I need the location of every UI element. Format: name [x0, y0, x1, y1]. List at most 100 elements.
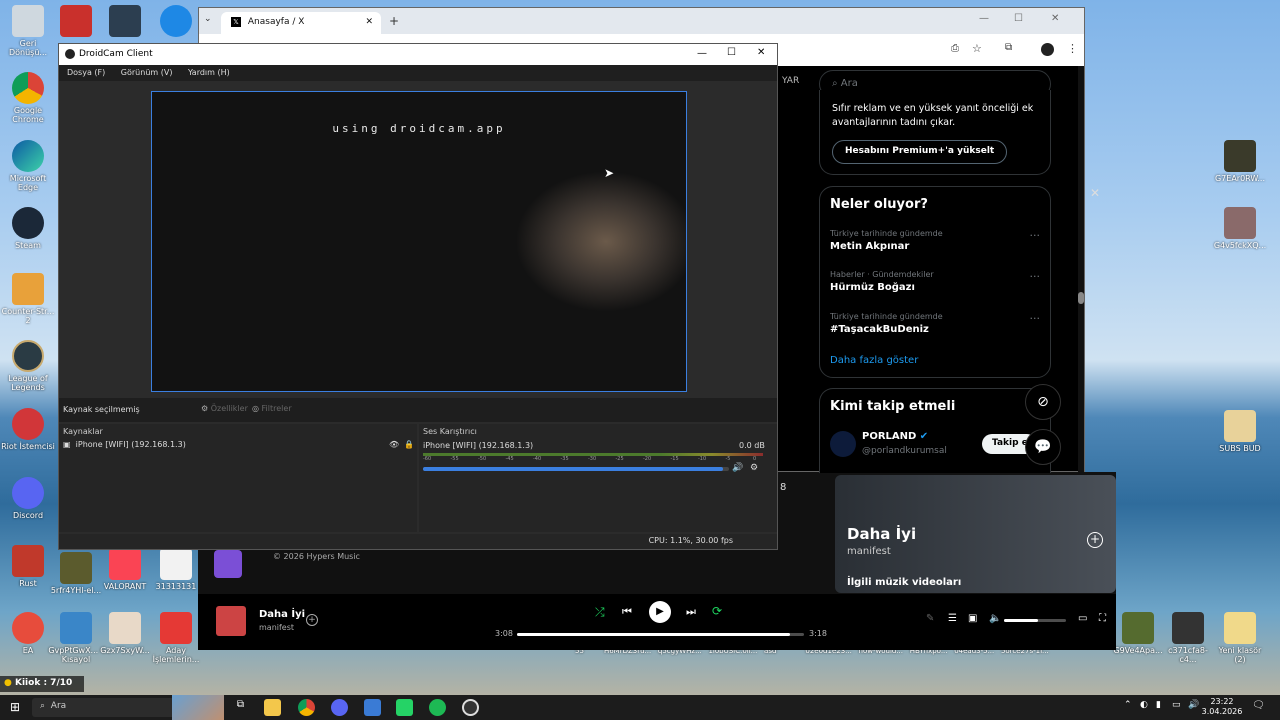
desktop-icon-discord[interactable]: Discord [0, 477, 56, 520]
track-title[interactable]: Daha İyi [259, 609, 305, 620]
desktop-icon-chrome[interactable]: Google Chrome [0, 72, 56, 124]
search-highlight-image[interactable] [172, 695, 224, 720]
desktop-icon-bottom-4[interactable]: Gzx7SxyW... [97, 612, 153, 655]
desktop-icon-bottom-0[interactable]: 5rfr4YHl-el... [48, 552, 104, 595]
desktop-icon-valorant[interactable]: VALORANT [97, 548, 153, 591]
new-tab-button[interactable]: + [389, 14, 399, 28]
repeat-icon[interactable]: ⟳ [712, 604, 722, 618]
chrome-taskbar-icon[interactable] [298, 699, 315, 716]
music-close-button[interactable]: ✕ [1090, 186, 1106, 202]
shuffle-icon[interactable]: ⤮ [595, 605, 605, 620]
properties-button[interactable]: ⚙ Özellikler [201, 404, 248, 413]
tab-close-icon[interactable]: ✕ [365, 17, 373, 27]
spotify-taskbar-icon[interactable] [429, 699, 446, 716]
file-explorer-icon[interactable] [264, 699, 281, 716]
trend-item[interactable]: Türkiye tarihinde gündemde Metin Akpınar… [830, 229, 1040, 252]
queue-icon[interactable]: ☰ [948, 613, 957, 624]
app-taskbar-icon[interactable] [364, 699, 381, 716]
show-more-link[interactable]: Daha fazla göster [830, 355, 918, 366]
add-to-library-icon[interactable]: + [306, 614, 318, 626]
premium-upgrade-button[interactable]: Hesabını Premium+'a yükselt [832, 140, 1008, 164]
network-icon[interactable]: ▭ [1172, 700, 1181, 710]
source-row[interactable]: ▣ iPhone [WIFI] (192.168.1.3) 👁 🔒 [63, 440, 414, 454]
start-button[interactable]: ⊞ [10, 700, 20, 714]
visibility-eye-icon[interactable]: 👁 [389, 440, 399, 449]
desktop-icon-top-3[interactable] [148, 5, 204, 39]
menu-dots-icon[interactable]: ⋮ [1067, 42, 1078, 55]
mixer-settings-icon[interactable]: ⚙ [750, 463, 758, 473]
messages-button[interactable]: 💬 [1025, 429, 1061, 465]
desktop-icon-right-1[interactable]: G4v5fckXQ... [1212, 207, 1268, 250]
tray-icon-1[interactable]: ◐ [1140, 700, 1148, 710]
fullscreen-icon[interactable]: ⛶ [1099, 613, 1106, 624]
desktop-icon-cs2[interactable]: Counter-Str... 2 [0, 273, 56, 325]
album-art-thumb[interactable] [214, 550, 242, 578]
desktop-icon-steam[interactable]: Steam [0, 207, 56, 250]
desktop-icon-right-5[interactable]: Yeni klasör (2) [1212, 612, 1268, 664]
desktop-icon-pdf[interactable]: Aday İşlemlerin... [148, 612, 204, 664]
previous-icon[interactable]: ⏮ [622, 605, 632, 619]
extensions-icon[interactable]: ⧉ [1005, 42, 1012, 53]
follow-avatar[interactable] [830, 431, 856, 457]
next-icon[interactable]: ⏭ [686, 605, 696, 619]
track-artist[interactable]: manifest [259, 623, 294, 632]
desktop-icon-top-1[interactable] [48, 5, 104, 39]
volume-tray-icon[interactable]: 🔊 [1188, 700, 1199, 710]
play-button[interactable]: ▶ [649, 601, 671, 623]
mini-player-icon[interactable]: ▭ [1078, 613, 1087, 624]
trend-item[interactable]: Türkiye tarihinde gündemde #TaşacakBuDen… [830, 312, 1040, 335]
close-button[interactable]: ✕ [1051, 13, 1059, 24]
desktop-icon-right-0[interactable]: G7EAr0RW... [1212, 140, 1268, 183]
filters-button[interactable]: ◎ Filtreler [252, 404, 292, 413]
menu-help[interactable]: Yardım (H) [188, 68, 230, 77]
device-icon[interactable]: ▣ [968, 613, 977, 624]
more-icon[interactable]: ··· [1030, 270, 1041, 283]
grok-button[interactable]: ⊘ [1025, 384, 1061, 420]
track-cover[interactable] [216, 606, 246, 636]
more-icon[interactable]: ··· [1030, 312, 1041, 325]
volume-icon[interactable]: 🔈 [989, 613, 1001, 624]
minimize-button[interactable]: — [697, 48, 707, 59]
minimize-button[interactable]: — [979, 13, 989, 24]
desktop-icon-right-3[interactable]: G9Ve4Apa... [1110, 612, 1166, 655]
task-view-icon[interactable]: ⧉ [232, 699, 249, 716]
add-circle-icon[interactable]: + [1087, 532, 1103, 548]
trend-item[interactable]: Haberler · Gündemdekiler Hürmüz Boğazı ·… [830, 270, 1040, 293]
tray-icon-2[interactable]: ▮ [1156, 700, 1161, 710]
more-icon[interactable]: ··· [1030, 229, 1041, 242]
tab-anasayfa[interactable]: 𝕏 Anasayfa / X ✕ [221, 12, 381, 34]
desktop-icon-right-2[interactable]: SUBS BUD [1212, 410, 1268, 453]
volume-slider[interactable] [1004, 619, 1066, 622]
desktop-icon-riot[interactable]: Riot İstemcisi [0, 408, 56, 451]
volume-slider[interactable] [423, 467, 729, 471]
panel-related-videos[interactable]: İlgili müzik videoları [847, 577, 961, 588]
bookmark-star-icon[interactable]: ☆ [972, 42, 982, 55]
discord-taskbar-icon[interactable] [331, 699, 348, 716]
desktop-icon-top-2[interactable] [97, 5, 153, 39]
cast-icon[interactable]: ⎙ [951, 43, 959, 54]
lock-icon[interactable]: 🔒 [404, 440, 414, 449]
menu-view[interactable]: Görünüm (V) [121, 68, 173, 77]
desktop-icon-right-4[interactable]: c371cfa8-c4... [1160, 612, 1216, 664]
desktop-icon-bottom-3[interactable]: GvpPtGwX... - Kısayol [48, 612, 104, 664]
notification-icon[interactable]: 🗨 [1252, 700, 1265, 711]
maximize-button[interactable]: ☐ [727, 47, 736, 58]
lyrics-icon[interactable]: ✎ [926, 613, 934, 624]
scrollbar-thumb[interactable] [1078, 292, 1084, 304]
camera-preview[interactable]: using droidcam.app ➤ [151, 91, 687, 392]
maximize-button[interactable]: ☐ [1014, 13, 1023, 24]
profile-avatar[interactable] [1041, 43, 1054, 56]
follow-name[interactable]: PORLAND ✔ [862, 431, 928, 442]
close-button[interactable]: ✕ [757, 47, 765, 58]
mute-icon[interactable]: 🔊 [732, 463, 743, 473]
desktop-icon-bottom-2[interactable]: 31313131 [148, 548, 204, 591]
desktop-icon-lol[interactable]: League of Legends [0, 340, 56, 392]
tray-chevron-icon[interactable]: ⌃ [1124, 700, 1132, 710]
droidcam-taskbar-icon[interactable] [462, 699, 479, 716]
whatsapp-taskbar-icon[interactable] [396, 699, 413, 716]
progress-bar[interactable] [517, 633, 804, 636]
scrollbar[interactable] [1078, 66, 1084, 472]
clock[interactable]: 23:22 3.04.2026 [1200, 697, 1244, 717]
menu-file[interactable]: Dosya (F) [67, 68, 105, 77]
tab-list-button[interactable]: ⌄ [204, 14, 220, 28]
